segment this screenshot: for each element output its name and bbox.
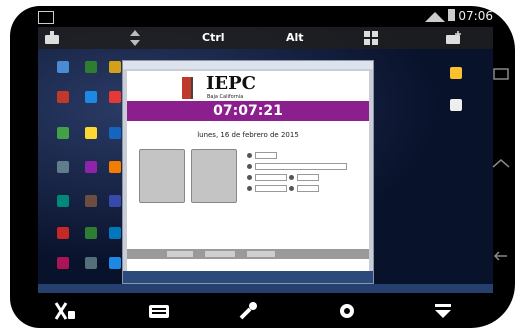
desktop-icon[interactable] xyxy=(50,91,76,103)
desktop-icon[interactable] xyxy=(50,195,76,207)
desktop-icon[interactable] xyxy=(78,227,104,239)
app-button[interactable] xyxy=(167,251,193,257)
remote-bottom-toolbar xyxy=(10,293,515,328)
desktop-icon[interactable] xyxy=(78,61,104,73)
keyboard-plus-icon[interactable] xyxy=(446,31,462,45)
menu-down-icon[interactable] xyxy=(430,301,456,321)
desktop-icon[interactable] xyxy=(50,61,76,73)
battery-icon xyxy=(448,9,455,21)
radio-option[interactable] xyxy=(247,175,252,180)
desktop-icon[interactable] xyxy=(50,227,76,239)
status-time: 07:06 xyxy=(458,9,493,23)
desktop-icon[interactable] xyxy=(78,161,104,173)
photo-placeholder xyxy=(139,149,185,203)
fingerprint-placeholder xyxy=(191,149,237,203)
app-button[interactable] xyxy=(247,251,275,257)
app-window: IEPC Baja California 07:07:21 lunes, 16 … xyxy=(122,60,374,284)
recent-apps-icon[interactable] xyxy=(491,64,511,84)
input-field[interactable] xyxy=(255,163,347,170)
gallery-notification-icon xyxy=(38,11,54,24)
desktop-icon[interactable] xyxy=(443,67,469,79)
iepc-logo: IEPC Baja California xyxy=(182,73,302,101)
radio-option[interactable] xyxy=(289,186,294,191)
input-field[interactable] xyxy=(255,174,287,181)
input-field[interactable] xyxy=(297,174,319,181)
mouse-off-icon[interactable] xyxy=(52,301,78,321)
remote-toolbar: Ctrl Alt xyxy=(38,27,493,49)
desktop-icon[interactable] xyxy=(50,161,76,173)
desktop-icon[interactable] xyxy=(78,257,104,269)
remote-desktop-screen[interactable]: Ctrl Alt IEPC Baja California 07:07:21 l… xyxy=(38,27,493,293)
desktop-icon[interactable] xyxy=(443,99,469,111)
date-label: lunes, 16 de febrero de 2015 xyxy=(197,131,299,139)
home-icon[interactable] xyxy=(491,156,511,176)
desktop-icon[interactable] xyxy=(78,91,104,103)
desktop-icon[interactable] xyxy=(50,127,76,139)
desktop-icon[interactable] xyxy=(78,127,104,139)
clock-app: IEPC Baja California 07:07:21 lunes, 16 … xyxy=(127,71,369,271)
input-field[interactable] xyxy=(297,185,319,192)
ctrl-key-button[interactable]: Ctrl xyxy=(202,31,225,44)
button-bar xyxy=(127,249,369,259)
desktop-icon[interactable] xyxy=(78,195,104,207)
back-icon[interactable] xyxy=(491,246,511,266)
window-title-bar[interactable] xyxy=(123,61,373,69)
input-field[interactable] xyxy=(255,152,277,159)
input-field[interactable] xyxy=(255,185,287,192)
radio-option[interactable] xyxy=(247,186,252,191)
move-arrows-icon[interactable] xyxy=(128,30,142,46)
radio-option[interactable] xyxy=(289,175,294,180)
desktop-icon[interactable] xyxy=(50,257,76,269)
windows-taskbar[interactable] xyxy=(38,284,493,293)
windows-key-icon[interactable] xyxy=(364,31,378,45)
android-status-bar: 07:06 xyxy=(10,6,515,26)
keyboard-icon[interactable] xyxy=(146,301,172,321)
signal-icon xyxy=(425,12,445,22)
logo-mark-icon xyxy=(182,77,202,99)
alt-key-button[interactable]: Alt xyxy=(286,31,304,44)
logo-subtitle: Baja California xyxy=(207,94,244,100)
clock-display: 07:07:21 xyxy=(127,101,369,121)
keyboard-icon[interactable] xyxy=(44,31,60,45)
radio-option[interactable] xyxy=(247,153,252,158)
window-taskbar xyxy=(123,271,373,283)
logo-text: IEPC xyxy=(206,73,257,94)
phone-frame: 07:06 Ctrl Alt IEPC Baja California 07:0… xyxy=(10,6,515,328)
app-button[interactable] xyxy=(205,251,235,257)
tools-icon[interactable] xyxy=(236,301,262,321)
settings-icon[interactable] xyxy=(334,301,360,321)
radio-option[interactable] xyxy=(247,164,252,169)
